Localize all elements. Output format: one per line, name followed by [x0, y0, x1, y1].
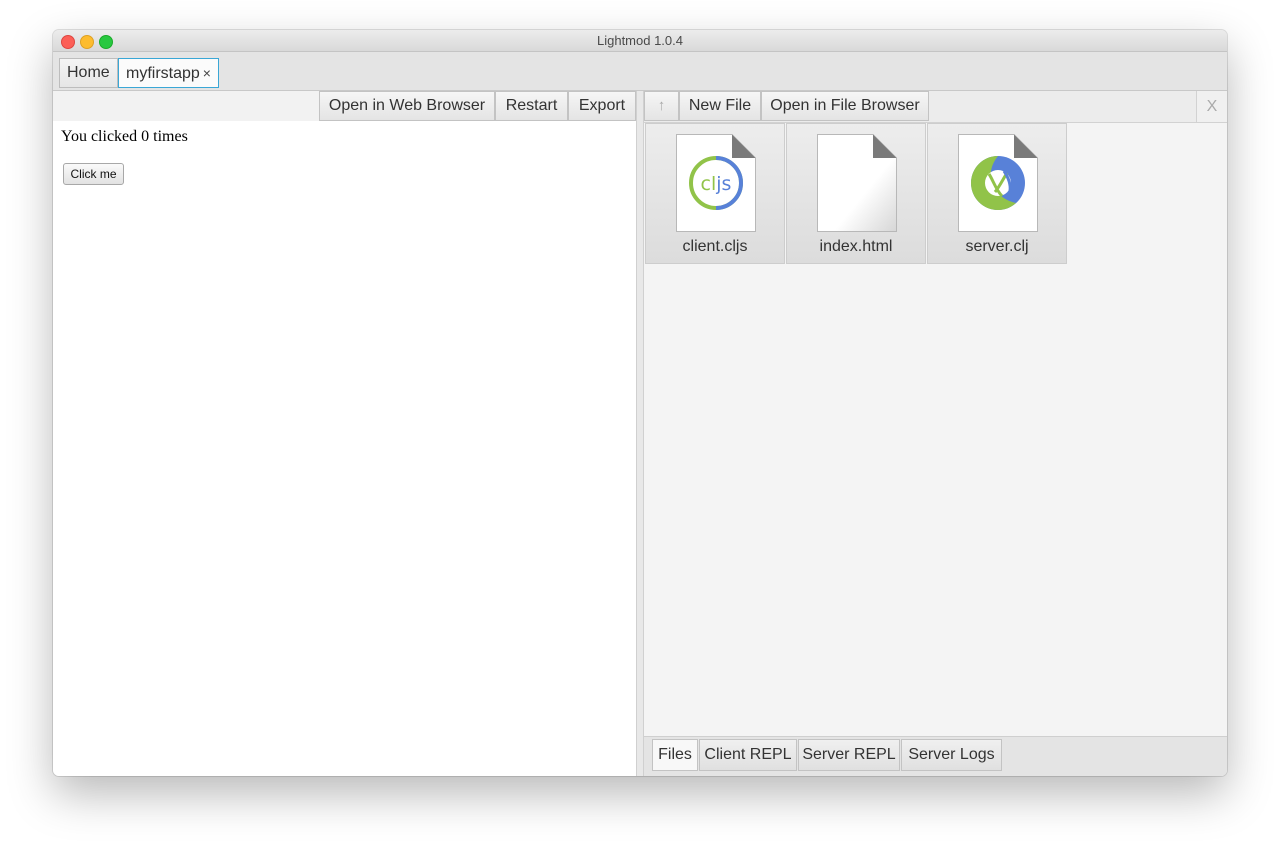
- tab-myfirstapp[interactable]: myfirstapp ×: [118, 58, 219, 88]
- file-tile-client-cljs[interactable]: cljs client.cljs: [645, 123, 785, 264]
- new-file-button[interactable]: New File: [679, 91, 761, 121]
- file-name-client-cljs: client.cljs: [682, 238, 748, 255]
- cljs-file-icon: cljs: [676, 134, 756, 232]
- file-tile-index-html[interactable]: index.html: [786, 123, 926, 264]
- close-window-button[interactable]: [61, 35, 75, 49]
- preview-toolbar: Open in Web Browser Restart Export: [53, 91, 636, 121]
- tab-myfirstapp-label: myfirstapp: [126, 65, 200, 82]
- export-button[interactable]: Export: [568, 91, 636, 121]
- minimize-window-button[interactable]: [80, 35, 94, 49]
- restart-button[interactable]: Restart: [495, 91, 568, 121]
- up-directory-button[interactable]: ↑: [644, 91, 679, 121]
- click-me-button[interactable]: Click me: [63, 163, 124, 185]
- file-browser-pane: ↑ New File Open in File Browser X cljs c…: [644, 91, 1227, 776]
- close-pane-button[interactable]: X: [1196, 91, 1227, 122]
- tab-close-icon[interactable]: ×: [203, 65, 211, 81]
- tab-home[interactable]: Home: [59, 58, 118, 88]
- cljs-badge-text: cljs: [701, 173, 732, 195]
- file-name-server-clj: server.clj: [965, 238, 1029, 255]
- file-toolbar: ↑ New File Open in File Browser X: [644, 91, 1227, 123]
- blank-file-icon: [817, 134, 897, 232]
- title-bar: Lightmod 1.0.4: [53, 30, 1227, 52]
- tab-server-logs[interactable]: Server Logs: [901, 739, 1002, 771]
- window-title: Lightmod 1.0.4: [596, 33, 683, 48]
- app-preview-pane: Open in Web Browser Restart Export You c…: [53, 91, 636, 776]
- maximize-window-button[interactable]: [99, 35, 113, 49]
- file-tile-server-clj[interactable]: server.clj: [927, 123, 1067, 264]
- clojure-file-icon: [958, 134, 1038, 232]
- open-in-web-browser-button[interactable]: Open in Web Browser: [319, 91, 495, 121]
- open-in-file-browser-button[interactable]: Open in File Browser: [761, 91, 929, 121]
- tab-server-repl[interactable]: Server REPL: [798, 739, 900, 771]
- bottom-tab-bar: Files Client REPL Server REPL Server Log…: [644, 736, 1227, 776]
- project-tab-bar: Home myfirstapp ×: [53, 52, 1227, 91]
- app-window: Lightmod 1.0.4 Home myfirstapp × Open in …: [53, 30, 1227, 776]
- file-name-index-html: index.html: [819, 238, 893, 255]
- click-count-text: You clicked 0 times: [61, 128, 188, 145]
- pane-splitter[interactable]: [636, 91, 644, 776]
- tab-client-repl[interactable]: Client REPL: [699, 739, 797, 771]
- tab-files[interactable]: Files: [652, 739, 698, 771]
- tab-home-label: Home: [67, 64, 110, 81]
